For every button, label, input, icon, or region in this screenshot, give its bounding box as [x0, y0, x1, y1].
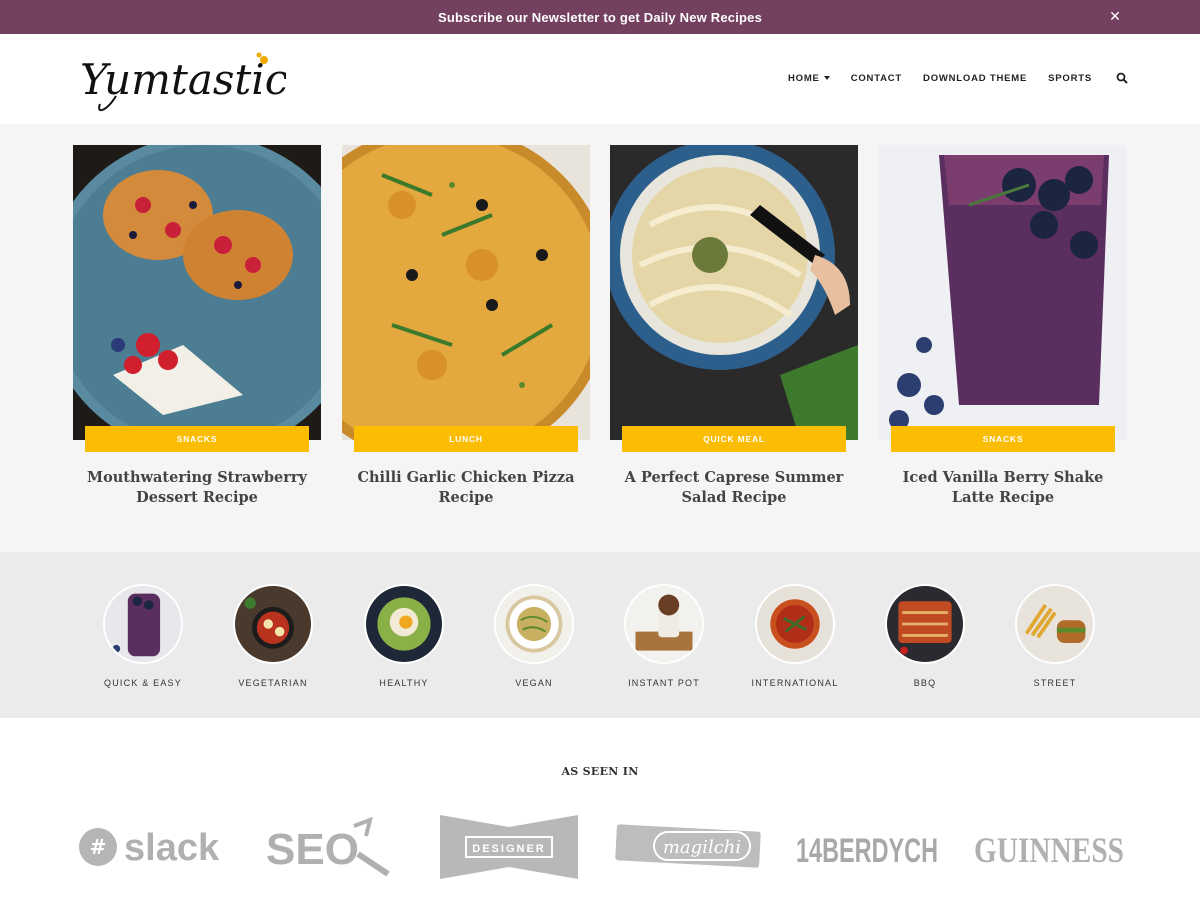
recipe-title[interactable]: Iced Vanilla Berry Shake Latte Recipe [879, 468, 1127, 508]
category-item[interactable]: HEALTHY [339, 584, 469, 688]
recipe-title[interactable]: Chilli Garlic Chicken Pizza Recipe [342, 468, 590, 508]
category-image[interactable] [755, 584, 835, 664]
main-nav: HOME CONTACT DOWNLOAD THEME SPORTS [767, 70, 1128, 86]
category-item[interactable]: VEGETARIAN [208, 584, 338, 688]
brand-logo-guinness: GUINNESS [974, 810, 1126, 884]
nav-home-label: HOME [787, 72, 820, 84]
newsletter-message[interactable]: Subscribe our Newsletter to get Daily Ne… [438, 10, 762, 25]
nav-sports-label: SPORTS [1048, 72, 1092, 84]
svg-text:DESIGNER: DESIGNER [472, 843, 545, 855]
pizza-photo[interactable] [342, 145, 590, 440]
category-tag[interactable]: SNACKS [85, 426, 309, 452]
category-item[interactable]: INSTANT POT [599, 584, 729, 688]
nav-contact[interactable]: CONTACT [851, 70, 902, 86]
brand-logo-seo: SEO [266, 810, 392, 884]
category-item[interactable]: BBQ [860, 584, 990, 688]
category-image[interactable] [233, 584, 313, 664]
logo-accent [260, 56, 268, 64]
svg-text:slack: slack [124, 827, 220, 869]
category-label: HEALTHY [379, 678, 429, 688]
category-image[interactable] [494, 584, 574, 664]
category-image[interactable] [364, 584, 444, 664]
pancake-strawberries-photo[interactable] [73, 145, 321, 440]
svg-text:14BERDYCH: 14BERDYCH [796, 832, 938, 870]
category-strip: QUICK & EASY VEGETARIAN HEALTHY VEGAN IN… [0, 552, 1200, 718]
noodles-bowl-photo[interactable] [610, 145, 858, 440]
newsletter-bar: Subscribe our Newsletter to get Daily Ne… [0, 0, 1200, 34]
category-label: BBQ [913, 678, 937, 688]
category-label: INSTANT POT [628, 678, 700, 688]
category-image[interactable] [624, 584, 704, 664]
category-tag[interactable]: SNACKS [891, 426, 1115, 452]
category-image[interactable] [1015, 584, 1095, 664]
site-logo[interactable]: Yumtastic [76, 42, 286, 116]
brand-logo-slack: # slack [78, 810, 224, 884]
berry-shake-photo[interactable] [879, 145, 1127, 440]
category-item[interactable]: VEGAN [469, 584, 599, 688]
category-item[interactable]: QUICK & EASY [78, 584, 208, 688]
chevron-down-icon [823, 76, 830, 80]
category-label: STREET [1033, 678, 1077, 688]
recipe-title[interactable]: Mouthwatering Strawberry Dessert Recipe [73, 468, 321, 508]
category-item[interactable]: STREET [990, 584, 1120, 688]
brand-logo-designer: DESIGNER [440, 810, 578, 884]
category-label: QUICK & EASY [104, 678, 182, 688]
svg-text:#: # [90, 835, 107, 859]
category-tag[interactable]: QUICK MEAL [622, 426, 846, 452]
category-item[interactable]: INTERNATIONAL [730, 584, 860, 688]
category-image[interactable] [103, 584, 183, 664]
brand-logo-berdych: 14BERDYCH [796, 810, 940, 884]
recipe-title[interactable]: A Perfect Caprese Summer Salad Recipe [610, 468, 858, 508]
brand-logo-magilchi: magilchi [614, 810, 762, 884]
nav-home[interactable]: HOME [788, 70, 830, 86]
category-label: VEGAN [515, 678, 553, 688]
recipe-card[interactable]: QUICK MEAL A Perfect Caprese Summer Sala… [610, 145, 858, 506]
nav-download-theme-label: DOWNLOAD THEME [923, 72, 1028, 84]
as-seen-in-section: AS SEEN IN # slack SEO DESIGNER magilchi [0, 718, 1200, 900]
recipe-card[interactable]: SNACKS Iced Vanilla Berry Shake Latte Re… [879, 145, 1127, 506]
category-image[interactable] [885, 584, 965, 664]
site-header: Yumtastic HOME CONTACT DOWNLOAD THEME SP… [0, 34, 1200, 124]
svg-text:magilchi: magilchi [663, 837, 741, 858]
recipe-card[interactable]: SNACKS Mouthwatering Strawberry Dessert … [73, 145, 321, 506]
logo-text: Yumtastic [80, 55, 286, 104]
nav-sports[interactable]: SPORTS [1048, 70, 1092, 86]
section-heading: AS SEEN IN [561, 765, 639, 778]
svg-text:GUINNESS: GUINNESS [974, 830, 1124, 870]
nav-contact-label: CONTACT [850, 72, 903, 84]
category-tag[interactable]: LUNCH [354, 426, 578, 452]
recipe-card[interactable]: LUNCH Chilli Garlic Chicken Pizza Recipe [342, 145, 590, 506]
featured-recipes: SNACKS Mouthwatering Strawberry Dessert … [0, 124, 1200, 552]
category-label: INTERNATIONAL [751, 678, 839, 688]
search-icon[interactable] [1116, 72, 1128, 84]
nav-download-theme[interactable]: DOWNLOAD THEME [923, 70, 1027, 86]
svg-text:SEO: SEO [266, 825, 359, 874]
category-label: VEGETARIAN [238, 678, 308, 688]
close-icon[interactable]: ✕ [1106, 8, 1124, 26]
